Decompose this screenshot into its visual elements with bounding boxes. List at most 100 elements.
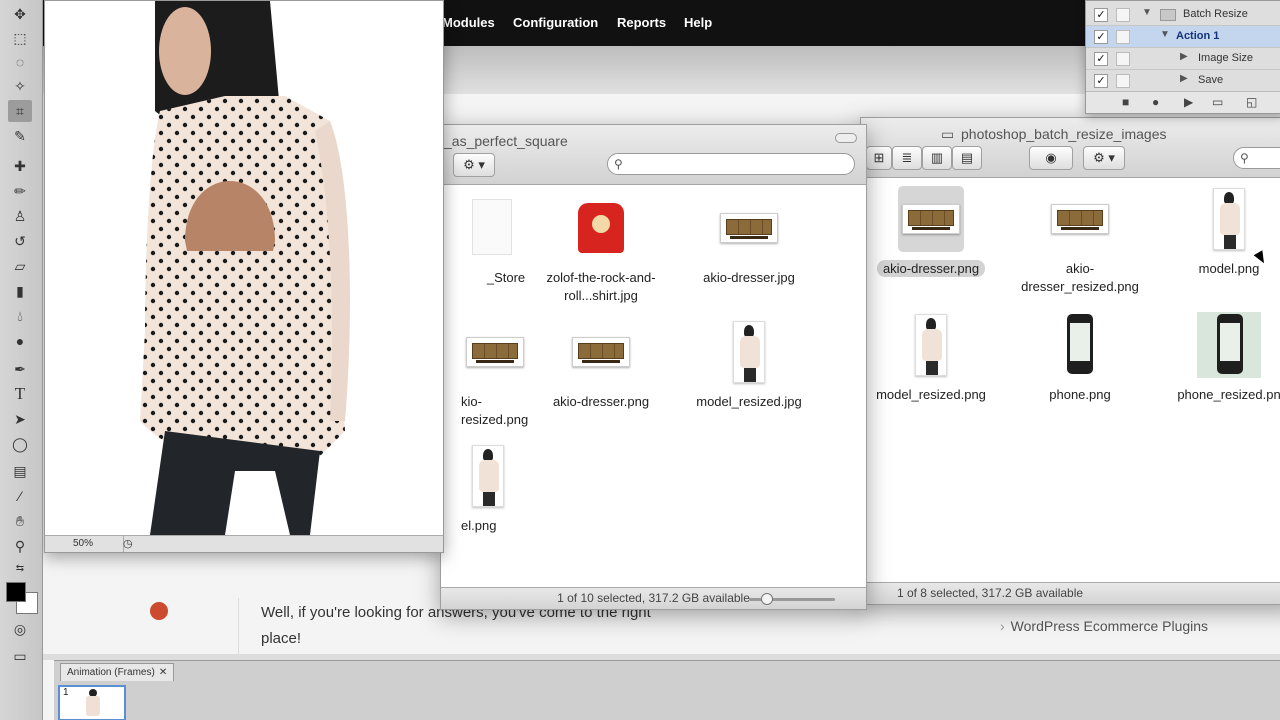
social-icon[interactable] <box>150 602 168 620</box>
finder-status-bar: 1 of 8 selected, 317.2 GB available <box>861 582 1280 604</box>
animation-tab[interactable]: Animation (Frames) ✕ <box>60 663 175 681</box>
eyedropper-tool-icon[interactable]: ⁄ <box>8 485 32 507</box>
file-zolof-shirt[interactable]: zolof-the-rock-and-roll...shirt.jpg <box>531 195 671 305</box>
dialog-toggle-box[interactable] <box>1116 30 1130 44</box>
file-model-resized-png[interactable]: model_resized.png <box>861 312 1001 404</box>
file-label: model_resized.jpg <box>696 394 802 409</box>
dialog-toggle-box[interactable] <box>1116 52 1130 66</box>
folder-icon: ▭ <box>941 126 955 142</box>
action-row[interactable]: ✓ ▶ Image Size <box>1086 48 1280 70</box>
finder-window-batch-images[interactable]: ▭ photoshop_batch_resize_images ⊞ ≣ ▥ ▤ … <box>860 117 1280 605</box>
dialog-toggle-box[interactable] <box>1116 8 1130 22</box>
zoom-tool-icon[interactable]: ⚲ <box>8 535 32 557</box>
disclosure-triangle-open-icon[interactable]: ▼ <box>1160 29 1170 40</box>
icon-size-slider-handle[interactable] <box>761 593 773 605</box>
sidebar-link[interactable]: › WordPress Ecommerce Plugins <box>1000 618 1208 634</box>
zoom-level[interactable]: 50% <box>73 538 93 549</box>
pen-tool-icon[interactable]: ✒ <box>8 358 32 380</box>
search-input[interactable]: ⚲ <box>1233 147 1280 169</box>
type-tool-icon[interactable]: T <box>8 383 32 405</box>
photoshop-document-window[interactable]: 50% ◷ <box>44 0 444 553</box>
new-set-folder-icon[interactable]: ▭ <box>1212 95 1223 109</box>
file-model-resized-jpg[interactable]: model_resized.jpg <box>679 319 819 411</box>
path-select-icon[interactable]: ➤ <box>8 408 32 430</box>
icon-view-button[interactable]: ⊞ <box>866 146 892 170</box>
coverflow-view-button[interactable]: ▤ <box>952 146 982 170</box>
record-icon[interactable]: ● <box>1152 95 1159 109</box>
file-akio-dresser-png[interactable]: akio-dresser.png <box>531 319 671 411</box>
file-model-png[interactable]: el.png <box>441 443 531 535</box>
file-phone-png[interactable]: phone.png <box>1010 312 1150 404</box>
move-tool-icon[interactable]: ✥ <box>8 3 32 25</box>
file-thumbnail <box>1197 312 1261 378</box>
eraser-tool-icon[interactable]: ▱ <box>8 255 32 277</box>
dodge-tool-icon[interactable]: ● <box>8 330 32 352</box>
marquee-tool-icon[interactable]: ⬚ <box>8 27 32 49</box>
stop-icon[interactable]: ■ <box>1122 95 1129 109</box>
disclosure-triangle-open-icon[interactable]: ▼ <box>1142 7 1152 18</box>
play-icon[interactable]: ▶ <box>1184 95 1193 109</box>
history-brush-icon[interactable]: ↺ <box>8 230 32 252</box>
new-action-icon[interactable]: ◱ <box>1246 95 1257 109</box>
magic-wand-icon[interactable]: ✧ <box>8 75 32 97</box>
file-thumbnail <box>441 195 512 261</box>
toggle-check-icon[interactable]: ✓ <box>1094 74 1108 88</box>
quick-mask-icon[interactable]: ◎ <box>8 618 32 640</box>
column-view-button[interactable]: ▥ <box>922 146 952 170</box>
disclosure-triangle-closed-icon[interactable]: ▶ <box>1180 51 1188 62</box>
lasso-tool-icon[interactable]: ◌ <box>8 51 32 73</box>
blur-tool-icon[interactable]: 💧︎ <box>8 305 32 327</box>
notes-tool-icon[interactable]: ▤ <box>8 460 32 482</box>
document-status-bar: 50% ◷ <box>45 535 443 552</box>
toolbar-toggle-button[interactable] <box>835 133 857 143</box>
action-set-label: Batch Resize <box>1183 8 1248 20</box>
finder-titlebar[interactable]: ▭ photoshop_batch_resize_images ⊞ ≣ ▥ ▤ … <box>861 118 1280 178</box>
list-view-button[interactable]: ≣ <box>892 146 922 170</box>
file-akio-dresser-jpg[interactable]: akio-dresser.jpg <box>679 195 819 287</box>
toggle-check-icon[interactable]: ✓ <box>1094 8 1108 22</box>
finder-titlebar[interactable]: _as_perfect_square ⚙ ▾ ⚲ <box>441 125 866 185</box>
crop-tool-icon[interactable]: ⌗ <box>8 100 32 122</box>
action-row[interactable]: ✓ ▼ Action 1 <box>1086 26 1280 48</box>
healing-brush-icon[interactable]: ✚ <box>8 155 32 177</box>
file-akio-resized-png[interactable]: kio- resized.png <box>441 319 531 429</box>
file-thumbnail <box>568 195 634 261</box>
disclosure-triangle-closed-icon[interactable]: ▶ <box>1180 73 1188 84</box>
file-label: akio-dresser.png <box>876 260 986 277</box>
close-icon[interactable]: ✕ <box>159 667 167 678</box>
brush-tool-icon[interactable]: ✏ <box>8 180 32 202</box>
status-info-icon[interactable]: ◷ <box>123 537 133 550</box>
frame-number: 1 <box>63 687 69 698</box>
action-row[interactable]: ✓ ▶ Save <box>1086 70 1280 92</box>
file-akio-dresser-resized-png[interactable]: akio- dresser_resized.png <box>1010 186 1150 296</box>
nav-reports[interactable]: Reports <box>617 15 666 30</box>
nav-help[interactable]: Help <box>684 15 712 30</box>
action-gear-icon[interactable]: ⚙ ▾ <box>1083 146 1125 170</box>
search-input[interactable]: ⚲ <box>607 153 855 175</box>
frame-thumbnail <box>84 689 102 719</box>
status-text: 1 of 10 selected, 317.2 GB available <box>557 591 750 605</box>
toggle-check-icon[interactable]: ✓ <box>1094 30 1108 44</box>
quicklook-eye-icon[interactable]: ◉ <box>1029 146 1073 170</box>
animation-frame[interactable]: 1 <box>58 685 126 720</box>
file-phone-resized-png[interactable]: phone_resized.pn <box>1159 312 1280 404</box>
file-akio-dresser-png[interactable]: akio-dresser.png <box>861 186 1001 278</box>
model-photo <box>45 1 443 535</box>
toggle-check-icon[interactable]: ✓ <box>1094 52 1108 66</box>
action-gear-icon[interactable]: ⚙ ▾ <box>453 153 495 177</box>
nav-configuration[interactable]: Configuration <box>513 15 598 30</box>
nav-modules[interactable]: Modules <box>442 15 495 30</box>
gradient-tool-icon[interactable]: ▮ <box>8 280 32 302</box>
swap-colors-icon[interactable]: ⇆ <box>8 558 32 580</box>
action-row[interactable]: ✓ ▼ Batch Resize <box>1086 4 1280 26</box>
finder-window-perfect-square[interactable]: _as_perfect_square ⚙ ▾ ⚲ _Store zolof-th… <box>440 124 867 610</box>
shape-tool-icon[interactable]: ◯ <box>8 433 32 455</box>
slice-tool-icon[interactable]: ✎ <box>8 125 32 147</box>
foreground-color-swatch[interactable] <box>6 582 26 602</box>
animation-frames-panel: Animation (Frames) ✕ 1 <box>54 660 1280 720</box>
file-ds-store[interactable]: _Store <box>441 195 541 287</box>
hand-tool-icon[interactable]: ✋︎ <box>8 510 32 532</box>
stamp-tool-icon[interactable]: ♙ <box>8 205 32 227</box>
screen-mode-icon[interactable]: ▭ <box>8 645 32 667</box>
dialog-toggle-box[interactable] <box>1116 74 1130 88</box>
